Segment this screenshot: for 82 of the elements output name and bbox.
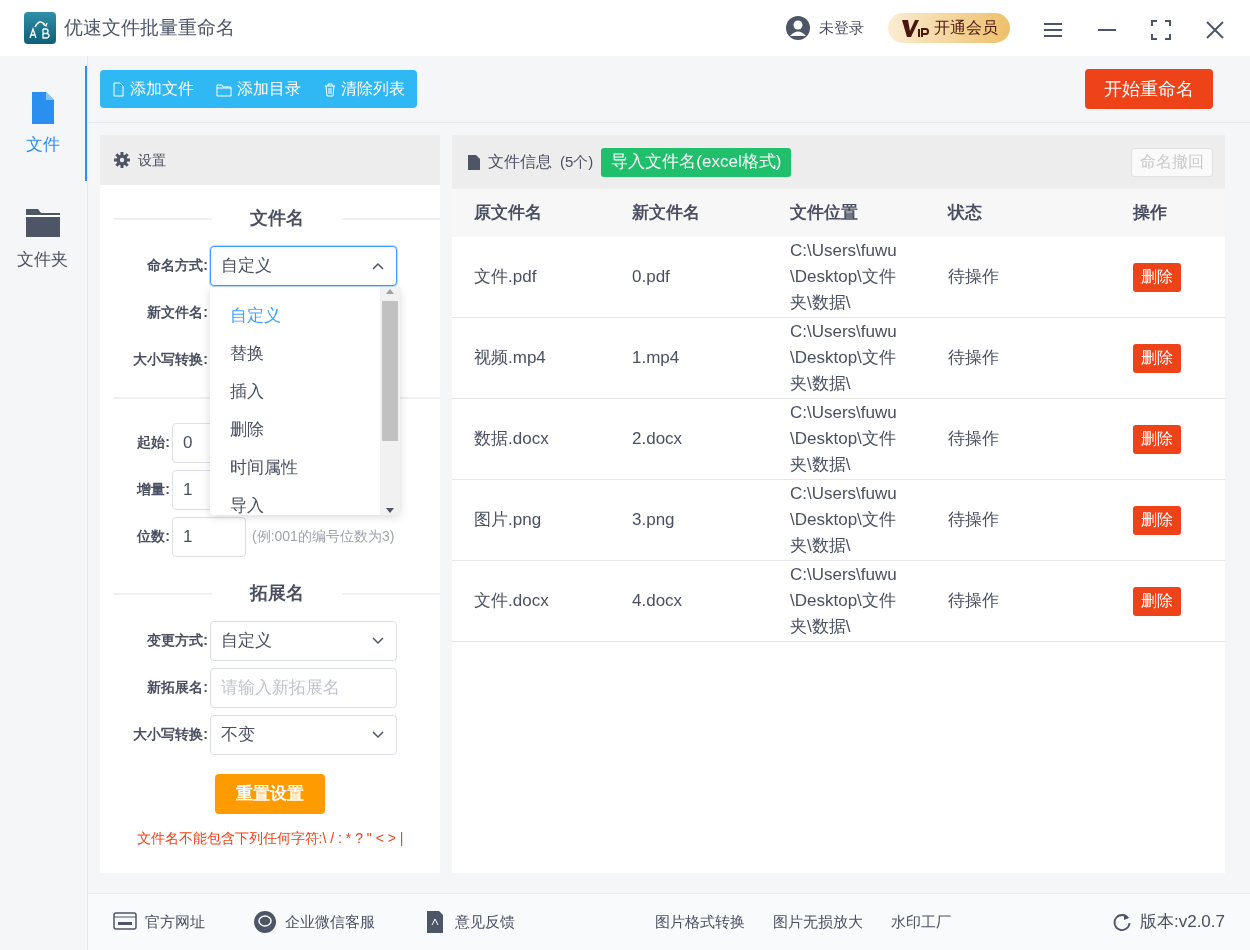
login-button[interactable]: 未登录 (785, 15, 864, 41)
field-label: 新拓展名: (146, 678, 209, 697)
maximize-icon[interactable] (1150, 18, 1172, 41)
table-cell: 文件.pdf (452, 237, 610, 318)
table-cell: 待操作 (926, 560, 1111, 642)
chevron-down-icon (372, 636, 384, 645)
case-select[interactable]: 不变 (210, 714, 397, 755)
table-cell: 0.pdf (610, 237, 768, 318)
panel-header: 设置 (100, 135, 440, 185)
tool-link[interactable]: 水印工厂 (891, 910, 952, 934)
table-cell: 视频.mp4 (452, 317, 610, 399)
file-icon (112, 81, 125, 97)
field-label: 起始: (136, 433, 171, 452)
document-icon (468, 154, 480, 170)
footer-link[interactable]: 官方网址 (113, 910, 205, 934)
start-rename-button[interactable]: 开始重命名 (1085, 69, 1213, 109)
settings-icon (114, 152, 130, 168)
scroll-down-icon[interactable] (385, 507, 395, 515)
column-header: 操作 (1111, 189, 1225, 237)
footer-link[interactable]: 意见反馈 (423, 910, 515, 934)
chevron-up-icon (372, 261, 384, 270)
close-icon[interactable] (1204, 18, 1226, 41)
table-cell-text: C:\Users\fuwu\Desktop\文件夹\数据\ (790, 321, 898, 395)
table-cell: 图片.png (452, 479, 610, 561)
delete-button[interactable]: 删除 (1133, 505, 1181, 535)
section-heading: 文件名 (249, 207, 305, 230)
table-cell-text: C:\Users\fuwu\Desktop\文件夹\数据\ (790, 564, 898, 638)
naming-mode-select[interactable]: 自定义 (210, 245, 397, 286)
table-cell: 待操作 (926, 237, 1111, 318)
chat-icon (253, 910, 277, 934)
vip-button[interactable]: 开通会员 (888, 13, 1010, 43)
delete-button[interactable]: 删除 (1133, 424, 1181, 454)
field-label: 命名方式: (146, 256, 209, 275)
scrollbar-thumb[interactable] (382, 301, 398, 441)
tool-link[interactable]: 图片无损放大 (773, 910, 864, 934)
user-icon (785, 15, 811, 41)
column-header: 状态 (926, 189, 1111, 237)
section-heading: 拓展名 (248, 582, 305, 605)
refresh-icon (1111, 912, 1132, 932)
field-label: 增量: (135, 480, 171, 499)
sidebar-item[interactable]: 文件夹 (0, 181, 87, 296)
dropdown-option[interactable]: 插入 (210, 373, 380, 411)
trash-icon (323, 81, 336, 97)
table-cell: 待操作 (926, 317, 1111, 399)
warning-text: 文件名不能包含下列任何字符:\ / : * ? " < > | (136, 830, 404, 846)
column-header: 文件位置 (768, 189, 926, 237)
delete-button[interactable]: 删除 (1133, 343, 1181, 373)
number-input[interactable]: 1 (172, 516, 246, 557)
field-label: 位数: (136, 527, 171, 546)
table-cell: 1.mp4 (610, 317, 768, 399)
field-label: 变更方式: (146, 631, 209, 650)
change-mode-select[interactable]: 自定义 (210, 620, 397, 661)
dropdown-option[interactable]: 替换 (210, 335, 380, 373)
table-cell: 待操作 (926, 479, 1111, 561)
footer-link[interactable]: 企业微信客服 (253, 910, 375, 934)
extension-input[interactable]: 请输入新拓展名 (210, 667, 397, 708)
folder-icon (216, 81, 232, 97)
version-text: 版本:v2.0.7 (1139, 911, 1225, 934)
vip-icon (900, 17, 930, 39)
table-cell-text: C:\Users\fuwu\Desktop\文件夹\数据\ (790, 402, 898, 476)
field-label: 大小写转换: (132, 725, 209, 744)
column-header: 新文件名 (610, 189, 768, 237)
field-label: 大小写转换: (132, 350, 209, 369)
table-cell: 数据.docx (452, 398, 610, 480)
field-label: 新文件名: (146, 303, 209, 322)
delete-button[interactable]: 删除 (1133, 262, 1181, 292)
table-cell-text: C:\Users\fuwu\Desktop\文件夹\数据\ (790, 240, 898, 314)
table-cell: 3.png (610, 479, 768, 561)
tool-link[interactable]: 图片格式转换 (655, 910, 746, 934)
panel-title: 文件信息 (488, 152, 552, 172)
file-count: (5个) (560, 151, 594, 172)
table-cell: 2.docx (610, 398, 768, 480)
delete-button[interactable]: 删除 (1133, 586, 1181, 616)
chevron-down-icon (372, 730, 384, 739)
table-cell: 待操作 (926, 398, 1111, 480)
hint-text: (例:001的编号位数为3) (252, 527, 395, 546)
table-cell-text: C:\Users\fuwu\Desktop\文件夹\数据\ (790, 483, 898, 557)
logo-icon (24, 12, 56, 44)
column-header: 原文件名 (452, 189, 610, 237)
table-cell: 文件.docx (452, 560, 610, 642)
table-cell: 4.docx (610, 560, 768, 642)
app-title: 优速文件批量重命名 (64, 15, 235, 40)
